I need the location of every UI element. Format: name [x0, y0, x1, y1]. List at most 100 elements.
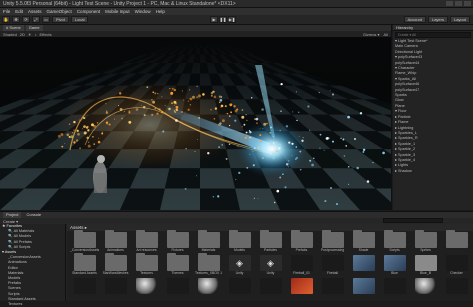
spark-particle: [285, 163, 289, 166]
asset-item[interactable]: [442, 278, 471, 300]
asset-item[interactable]: [194, 278, 223, 300]
hierarchy-search[interactable]: Create ▾ All: [395, 32, 471, 38]
asset-item[interactable]: Checker: [442, 255, 471, 277]
play-button[interactable]: ▶: [210, 16, 218, 23]
asset-item[interactable]: [225, 278, 254, 300]
asset-folder[interactable]: Art resources: [132, 230, 161, 254]
rect-tool-icon[interactable]: ▭: [42, 16, 50, 23]
scene-render[interactable]: [0, 25, 392, 210]
asset-folder[interactable]: Textures_XBOX 1: [194, 253, 223, 277]
asset-thumbnail: [73, 278, 96, 294]
asset-label: Fireball_01: [293, 271, 310, 275]
asset-item[interactable]: ◈ Unity: [225, 255, 254, 277]
spark-particle: [331, 93, 335, 96]
spark-particle: [93, 143, 96, 145]
asset-item[interactable]: [256, 278, 285, 300]
folder-tree-item[interactable]: Textures: [0, 302, 65, 307]
asset-item[interactable]: Fireball_01: [287, 255, 316, 277]
asset-folder[interactable]: Models: [225, 230, 254, 254]
asset-item[interactable]: [349, 255, 378, 277]
spark-particle: [184, 187, 187, 190]
asset-item[interactable]: [318, 278, 347, 300]
asset-folder[interactable]: Shade: [349, 230, 378, 254]
hierarchy-item[interactable]: ▸ Shadow: [395, 169, 473, 174]
asset-item[interactable]: [70, 278, 99, 300]
audio-toggle-icon[interactable]: ♪: [35, 32, 37, 37]
layers-dropdown[interactable]: Layers: [427, 16, 448, 23]
asset-item[interactable]: ◈ Unity: [256, 255, 285, 277]
asset-item[interactable]: Blue: [380, 255, 409, 277]
menu-mobile-input[interactable]: Mobile Input: [105, 9, 130, 14]
folder-icon: [352, 230, 375, 248]
gizmos-dropdown[interactable]: Gizmos ▾: [363, 32, 380, 37]
spark-particle: [309, 129, 311, 131]
asset-item[interactable]: [349, 278, 378, 300]
asset-folder[interactable]: _ConversionAssets: [70, 230, 99, 254]
create-dropdown[interactable]: Create ▾: [3, 219, 18, 224]
account-dropdown[interactable]: Account: [403, 16, 426, 23]
menu-edit[interactable]: Edit: [15, 9, 23, 14]
layout-dropdown[interactable]: Layout: [449, 16, 470, 23]
asset-item[interactable]: Blue_B: [411, 255, 440, 277]
menu-gameobject[interactable]: GameObject: [47, 9, 72, 14]
rotate-tool-icon[interactable]: ⟳: [22, 16, 30, 23]
asset-folder[interactable]: Animations: [101, 230, 130, 254]
step-button[interactable]: ▶❚: [228, 16, 236, 23]
asset-item[interactable]: [101, 278, 130, 300]
spark-particle: [233, 105, 236, 108]
asset-item[interactable]: [132, 278, 161, 300]
asset-folder[interactable]: Postprocessing: [318, 230, 347, 254]
asset-item[interactable]: [163, 278, 192, 300]
2d-toggle[interactable]: 2D: [20, 32, 25, 37]
asset-folder[interactable]: Particles: [256, 230, 285, 254]
tab-project[interactable]: Project: [3, 212, 22, 218]
hand-tool-icon[interactable]: ✋: [2, 16, 10, 23]
breadcrumb[interactable]: Assets ▸: [67, 224, 473, 231]
asset-folder[interactable]: [442, 230, 471, 254]
shading-mode-dropdown[interactable]: Shaded: [3, 32, 17, 37]
asset-folder[interactable]: Themes: [163, 253, 192, 277]
asset-folder[interactable]: Materials: [194, 230, 223, 254]
minimize-button[interactable]: [446, 1, 453, 6]
tab-hierarchy[interactable]: Hierarchy: [393, 25, 473, 31]
spark-particle: [75, 139, 79, 142]
spark-particle: [70, 135, 74, 139]
spark-particle: [170, 91, 174, 95]
move-tool-icon[interactable]: ✥: [12, 16, 20, 23]
asset-item[interactable]: [380, 278, 409, 300]
menu-help[interactable]: Help: [156, 9, 165, 14]
menu-window[interactable]: Window: [135, 9, 151, 14]
scale-tool-icon[interactable]: ⤢: [32, 16, 40, 23]
asset-folder[interactable]: Sprites: [411, 230, 440, 254]
spark-particle: [198, 116, 201, 119]
asset-folder[interactable]: Standard Assets: [70, 253, 99, 277]
asset-folder[interactable]: Scripts: [380, 230, 409, 254]
project-folder-tree: ★ Favorites 🔍 All Materials 🔍 All Models 🔍…: [0, 224, 66, 306]
effects-dropdown[interactable]: Effects: [40, 32, 52, 37]
maximize-button[interactable]: [455, 1, 462, 6]
spark-particle: [218, 146, 220, 148]
asset-folder[interactable]: Fixtures: [163, 230, 192, 254]
asset-folder[interactable]: Prefabs: [287, 230, 316, 254]
menu-component[interactable]: Component: [77, 9, 100, 14]
asset-item[interactable]: Fireball: [318, 255, 347, 277]
close-button[interactable]: [464, 1, 471, 6]
menu-file[interactable]: File: [3, 9, 10, 14]
pause-button[interactable]: ❚❚: [219, 16, 227, 23]
asset-folder[interactable]: StarWarsMeshes: [101, 253, 130, 277]
pivot-toggle[interactable]: Pivot: [52, 16, 69, 23]
scene-search[interactable]: All: [384, 32, 388, 37]
spark-particle: [175, 108, 179, 112]
spark-particle: [266, 122, 268, 125]
space-toggle[interactable]: Local: [70, 16, 89, 23]
project-search-input[interactable]: [383, 218, 443, 223]
lighting-toggle-icon[interactable]: ☀: [28, 32, 32, 37]
menu-assets[interactable]: Assets: [28, 9, 42, 14]
asset-item[interactable]: [287, 278, 316, 300]
asset-item[interactable]: [411, 278, 440, 300]
spark-particle: [335, 203, 339, 206]
asset-folder[interactable]: Textures: [132, 253, 161, 277]
scene-view[interactable]: # Scene Game Shaded 2D ☀ ♪ Effects Gizmo…: [0, 25, 392, 210]
tab-console[interactable]: Console: [23, 212, 44, 218]
spark-particle: [213, 118, 216, 120]
